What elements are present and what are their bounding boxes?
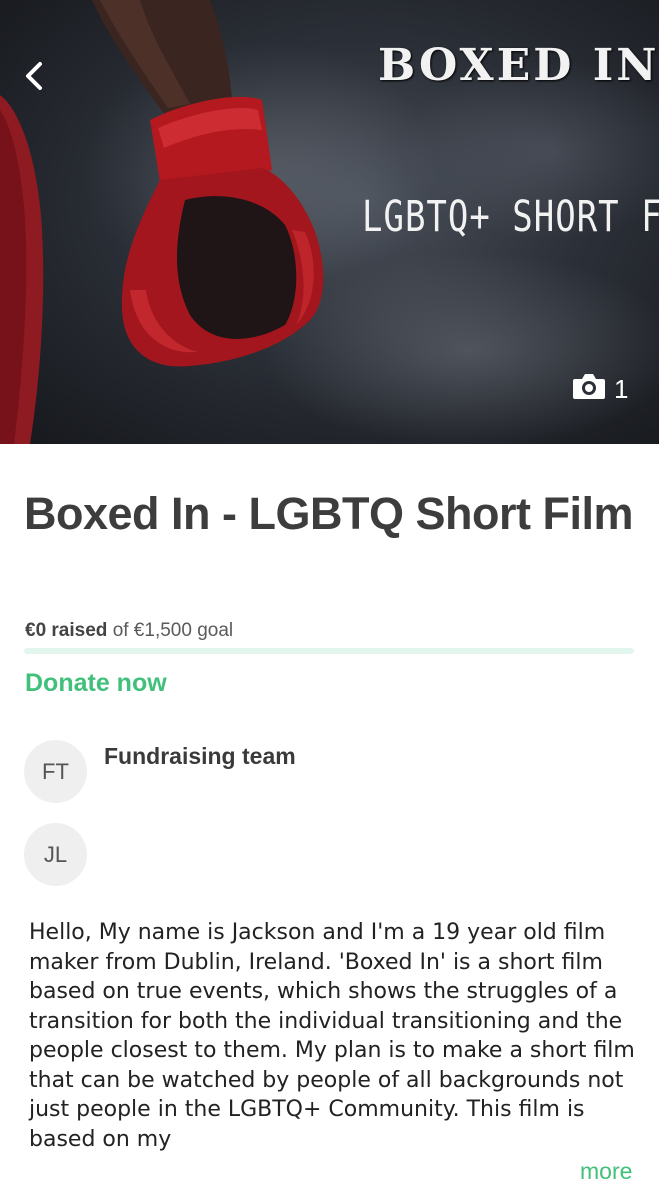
photo-count-button[interactable]: 1 <box>572 372 628 407</box>
camera-icon <box>572 372 606 407</box>
donate-now-link[interactable]: Donate now <box>25 669 167 698</box>
raised-amount: €0 raised <box>25 620 108 641</box>
photo-count: 1 <box>614 374 629 404</box>
avatar[interactable]: FT <box>24 740 87 803</box>
fundraising-team-label: Fundraising team <box>104 743 296 769</box>
chevron-left-icon <box>23 61 45 96</box>
poster-subtitle: LGBTQ+ SHORT FIL <box>362 192 659 242</box>
goal-text: of €1,500 goal <box>112 620 234 641</box>
avatar-initials: FT <box>42 758 69 784</box>
read-more-link[interactable]: more <box>574 1158 633 1185</box>
story-text: Hello, My name is Jackson and I'm a 19 y… <box>29 920 635 1152</box>
raised-summary: €0 raised of €1,500 goal <box>25 620 233 642</box>
poster-title: BOXED IN <box>378 40 659 91</box>
back-button[interactable] <box>14 58 54 98</box>
avatar[interactable]: JL <box>24 823 87 886</box>
avatar-initials: JL <box>43 841 68 867</box>
progress-bar <box>24 648 634 654</box>
campaign-title: Boxed In - LGBTQ Short Film <box>24 488 634 539</box>
cover-image[interactable]: BOXED IN LGBTQ+ SHORT FIL 1 <box>0 0 659 444</box>
